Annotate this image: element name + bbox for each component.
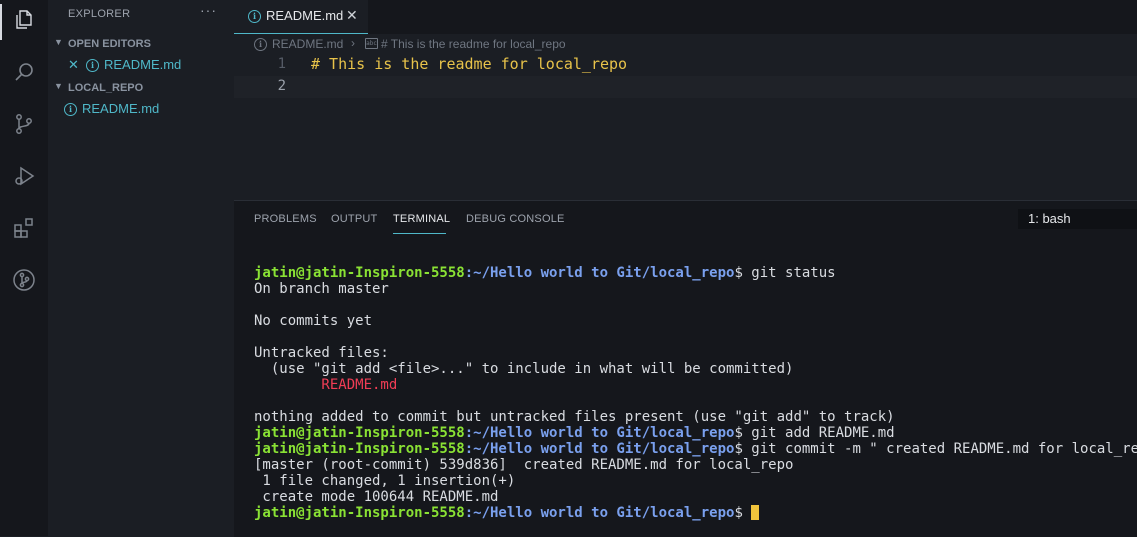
activity-bar [0,0,48,536]
terminal-line: jatin@jatin-Inspiron-5558:~/Hello world … [254,265,1134,281]
open-editor-item[interactable]: ✕ i README.md [48,54,234,76]
terminal-select[interactable]: 1: bash [1018,209,1137,229]
file-tree-item[interactable]: i README.md [48,98,234,120]
terminal-line: No commits yet [254,313,373,329]
open-editors-label: OPEN EDITORS [68,38,151,50]
prompt-user: jatin@jatin-Inspiron-5558 [254,265,465,281]
breadcrumb-file[interactable]: README.md [272,37,343,51]
more-actions-icon[interactable]: ··· [200,2,217,18]
line-number: 1 [277,56,286,72]
command-text: git status [751,265,836,281]
info-file-icon: i [86,59,99,72]
terminal-output[interactable]: jatin@jatin-Inspiron-5558:~/Hello world … [254,265,1137,521]
command-text: git add README.md [751,425,895,441]
close-icon[interactable]: ✕ [68,57,79,73]
untracked-file: README.md [254,377,398,393]
code-editor[interactable]: 1 # This is the readme for local_repo 2 [234,54,1137,200]
prompt-user: jatin@jatin-Inspiron-5558 [254,505,465,521]
source-control-icon[interactable] [12,112,36,136]
tab-terminal[interactable]: TERMINAL [393,213,450,225]
terminal-line: create mode 100644 README.md [254,489,499,505]
breadcrumb: i README.md › abc # This is the readme f… [234,34,1137,54]
tab-output[interactable]: OUTPUT [331,213,377,225]
prompt-suffix: $ [734,505,752,521]
terminal-line: [master (root-commit) 539d836] created R… [254,457,794,473]
run-debug-icon[interactable] [12,164,36,188]
editor-tab-bar: i README.md ✕ [234,0,1137,34]
prompt-user: jatin@jatin-Inspiron-5558 [254,441,465,457]
tab-debug-console[interactable]: DEBUG CONSOLE [466,213,565,225]
editor-line: 1 # This is the readme for local_repo [234,54,1137,76]
git-graph-icon[interactable] [12,268,36,292]
info-file-icon: i [248,10,261,23]
bottom-panel: PROBLEMS OUTPUT TERMINAL DEBUG CONSOLE 1… [234,200,1137,537]
terminal-line: On branch master [254,281,389,297]
terminal-line: Untracked files: [254,345,389,361]
local-repo-section[interactable]: ▼ LOCAL_REPO [48,78,234,98]
file-tree-label: README.md [82,101,160,116]
line-number: 2 [277,78,286,94]
chevron-down-icon: ▼ [54,81,63,91]
search-icon[interactable] [12,60,36,84]
close-icon[interactable]: ✕ [346,7,358,24]
terminal-line: jatin@jatin-Inspiron-5558:~/Hello world … [254,505,1134,521]
terminal-cursor [751,505,760,520]
command-text: git commit -m " created README.md for lo… [751,441,1137,457]
terminal-blank [254,329,1134,345]
prompt-path: :~/Hello world to Git/local_repo [464,425,735,441]
terminal-line: 1 file changed, 1 insertion(+) [254,473,516,489]
chevron-down-icon: ▼ [54,37,63,47]
terminal-line: (use "git add <file>..." to include in w… [254,361,794,377]
prompt-path: :~/Hello world to Git/local_repo [464,265,735,281]
explorer-title: EXPLORER [68,8,131,20]
folder-label: LOCAL_REPO [68,82,144,94]
line-text: # This is the readme for local_repo [311,55,628,73]
terminal-blank [254,297,1134,313]
open-editor-label: README.md [104,57,182,72]
chevron-right-icon: › [351,36,355,50]
prompt-suffix: $ [734,441,752,457]
files-icon[interactable] [12,8,36,32]
tab-label: README.md [266,8,344,23]
explorer-sidebar: EXPLORER ··· ▼ OPEN EDITORS ✕ i README.m… [48,0,234,536]
tab-readme[interactable]: i README.md ✕ [234,0,368,34]
terminal-line: jatin@jatin-Inspiron-5558:~/Hello world … [254,425,1134,441]
prompt-path: :~/Hello world to Git/local_repo [464,505,735,521]
terminal-blank [254,393,1134,409]
info-file-icon: i [64,103,77,116]
tab-problems[interactable]: PROBLEMS [254,213,317,225]
prompt-suffix: $ [734,425,752,441]
prompt-user: jatin@jatin-Inspiron-5558 [254,425,465,441]
prompt-suffix: $ [734,265,752,281]
terminal-select-value: 1: bash [1028,211,1071,226]
terminal-line: jatin@jatin-Inspiron-5558:~/Hello world … [254,441,1137,457]
terminal-line: nothing added to commit but untracked fi… [254,409,895,425]
active-panel-tab-indicator [393,233,446,234]
extensions-icon[interactable] [12,216,36,240]
symbol-icon: abc [365,38,378,49]
active-view-marker [0,4,2,40]
open-editors-section[interactable]: ▼ OPEN EDITORS [48,34,234,54]
info-file-icon: i [254,38,267,51]
prompt-path: :~/Hello world to Git/local_repo [464,441,735,457]
breadcrumb-symbol[interactable]: # This is the readme for local_repo [381,37,566,51]
editor-line-current: 2 [234,76,1137,98]
